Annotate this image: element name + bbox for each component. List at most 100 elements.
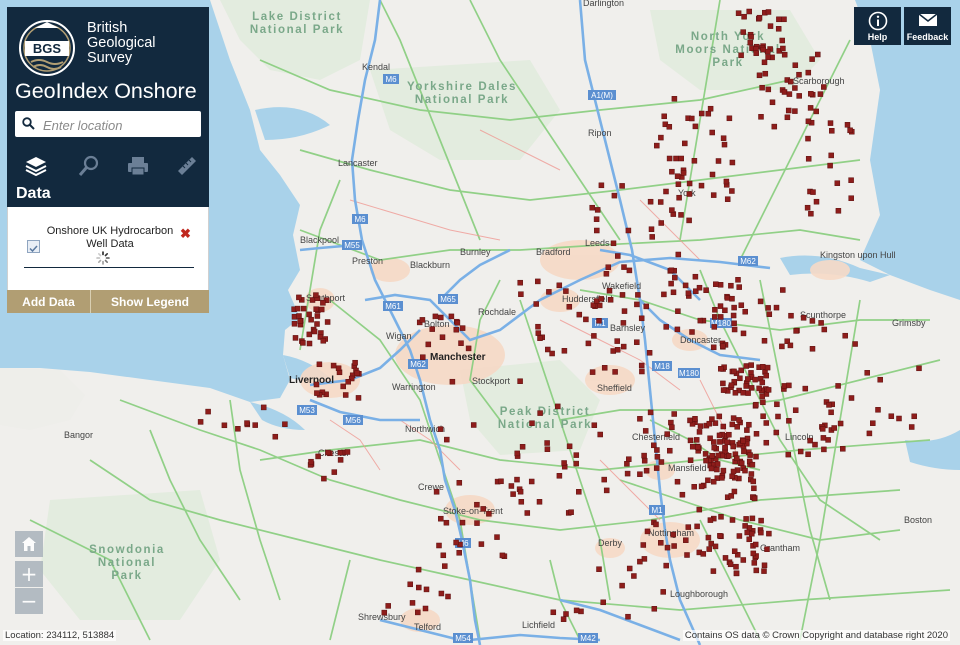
well-marker[interactable]: [753, 431, 760, 437]
well-marker[interactable]: [669, 168, 675, 175]
well-marker[interactable]: [644, 528, 651, 535]
well-marker[interactable]: [320, 338, 327, 344]
well-marker[interactable]: [805, 156, 812, 162]
well-marker[interactable]: [598, 182, 605, 189]
well-marker[interactable]: [560, 616, 567, 622]
well-marker[interactable]: [685, 524, 692, 530]
well-marker[interactable]: [709, 171, 716, 178]
well-marker[interactable]: [668, 267, 675, 274]
well-marker[interactable]: [765, 305, 771, 311]
well-marker[interactable]: [750, 550, 757, 557]
well-marker[interactable]: [594, 207, 601, 213]
well-marker[interactable]: [844, 122, 851, 128]
well-marker[interactable]: [775, 413, 781, 420]
well-marker[interactable]: [831, 425, 837, 431]
well-marker[interactable]: [535, 330, 542, 336]
well-marker[interactable]: [642, 428, 649, 434]
well-marker[interactable]: [647, 198, 654, 205]
well-marker[interactable]: [756, 72, 763, 79]
well-marker[interactable]: [730, 312, 737, 319]
well-marker[interactable]: [712, 543, 719, 550]
well-marker[interactable]: [759, 84, 765, 91]
well-marker[interactable]: [598, 296, 604, 302]
well-marker[interactable]: [747, 39, 754, 46]
well-marker[interactable]: [415, 609, 421, 616]
well-marker[interactable]: [440, 552, 447, 559]
well-marker[interactable]: [786, 382, 792, 389]
well-marker[interactable]: [456, 480, 463, 486]
well-marker[interactable]: [705, 110, 712, 117]
well-marker[interactable]: [808, 210, 814, 217]
well-marker[interactable]: [429, 326, 435, 332]
well-marker[interactable]: [805, 451, 811, 458]
zoom-in-button[interactable]: +: [15, 561, 43, 587]
well-marker[interactable]: [715, 452, 721, 459]
well-marker[interactable]: [514, 450, 520, 457]
well-marker[interactable]: [714, 466, 720, 473]
well-marker[interactable]: [837, 420, 844, 427]
well-marker[interactable]: [576, 489, 582, 495]
well-marker[interactable]: [774, 401, 780, 408]
layer-visibility-checkbox[interactable]: [27, 240, 40, 253]
well-marker[interactable]: [786, 418, 792, 424]
well-marker[interactable]: [674, 478, 681, 485]
well-marker[interactable]: [235, 426, 241, 432]
well-marker[interactable]: [802, 385, 809, 392]
well-marker[interactable]: [870, 420, 876, 426]
well-marker[interactable]: [498, 478, 504, 485]
well-marker[interactable]: [813, 198, 820, 205]
well-marker[interactable]: [758, 517, 764, 524]
well-marker[interactable]: [518, 291, 524, 297]
well-marker[interactable]: [716, 413, 723, 420]
well-marker[interactable]: [423, 586, 430, 593]
well-marker[interactable]: [519, 444, 526, 450]
well-marker[interactable]: [742, 308, 748, 315]
well-marker[interactable]: [691, 158, 698, 164]
well-marker[interactable]: [718, 514, 724, 520]
well-marker[interactable]: [643, 303, 650, 310]
well-marker[interactable]: [724, 439, 731, 446]
well-marker[interactable]: [788, 312, 794, 319]
well-marker[interactable]: [712, 314, 718, 320]
well-marker[interactable]: [342, 392, 349, 398]
well-marker[interactable]: [438, 314, 444, 321]
well-marker[interactable]: [809, 56, 815, 62]
well-marker[interactable]: [661, 291, 667, 298]
well-marker[interactable]: [556, 282, 563, 289]
well-marker[interactable]: [614, 347, 621, 353]
well-marker[interactable]: [747, 452, 753, 458]
well-marker[interactable]: [308, 316, 314, 323]
well-marker[interactable]: [732, 390, 739, 396]
well-marker[interactable]: [848, 177, 854, 183]
well-marker[interactable]: [835, 383, 841, 389]
well-marker[interactable]: [730, 443, 736, 450]
well-marker[interactable]: [761, 59, 768, 66]
well-marker[interactable]: [621, 264, 627, 270]
well-marker[interactable]: [566, 304, 573, 310]
well-marker[interactable]: [478, 541, 485, 547]
well-marker[interactable]: [707, 105, 714, 112]
well-marker[interactable]: [651, 606, 658, 612]
well-marker[interactable]: [444, 436, 450, 443]
well-marker[interactable]: [675, 308, 681, 314]
well-marker[interactable]: [637, 471, 643, 477]
well-marker[interactable]: [671, 96, 678, 102]
well-marker[interactable]: [697, 423, 704, 429]
well-marker[interactable]: [344, 449, 351, 455]
well-marker[interactable]: [419, 317, 426, 323]
zoom-out-button[interactable]: −: [15, 588, 43, 614]
well-marker[interactable]: [585, 340, 592, 347]
well-marker[interactable]: [514, 476, 520, 483]
well-marker[interactable]: [700, 551, 707, 557]
well-marker[interactable]: [765, 9, 772, 15]
well-marker[interactable]: [731, 326, 738, 333]
well-marker[interactable]: [820, 435, 827, 441]
well-marker[interactable]: [720, 423, 727, 430]
well-marker[interactable]: [708, 465, 715, 472]
well-marker[interactable]: [888, 413, 895, 419]
well-marker[interactable]: [788, 78, 794, 85]
well-marker[interactable]: [776, 16, 782, 23]
well-marker[interactable]: [573, 607, 580, 614]
well-marker[interactable]: [785, 451, 792, 458]
remove-layer-icon[interactable]: ✖: [180, 226, 191, 242]
